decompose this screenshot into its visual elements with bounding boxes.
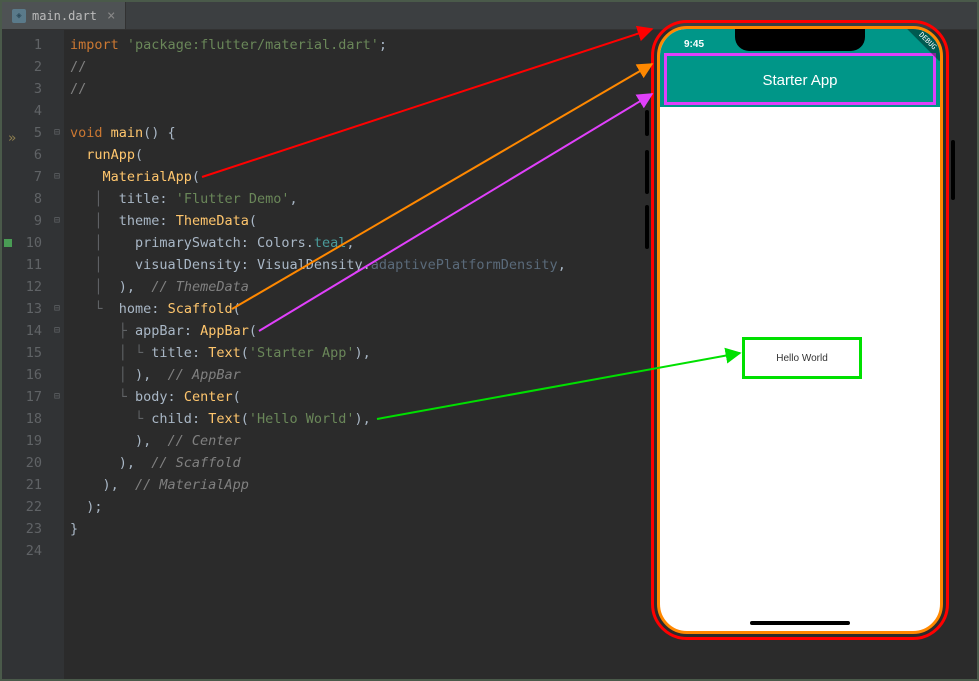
home-indicator [750, 621, 850, 625]
fold-column: ⊟⊟⊟⊟⊟⊟ [50, 30, 64, 679]
dart-file-icon: ◈ [12, 9, 26, 23]
phone-mute-switch [645, 110, 649, 136]
status-bar-time: 9:45 [684, 39, 704, 50]
phone-power-button [951, 140, 955, 200]
phone-volume-up [645, 150, 649, 194]
appbar-highlight-box [664, 53, 936, 105]
text-highlight-box: Hello World [742, 337, 862, 379]
phone-preview: DEBUG 9:45 Starter App Hello World [651, 20, 949, 640]
phone-volume-down [645, 205, 649, 249]
tab-filename: main.dart [32, 9, 97, 23]
close-tab-icon[interactable]: × [107, 8, 115, 24]
scaffold-highlight-box: DEBUG 9:45 Starter App Hello World [657, 26, 943, 634]
body-text: Hello World [776, 353, 828, 364]
phone-notch [735, 27, 865, 51]
editor-tab-main-dart[interactable]: ◈ main.dart × [2, 2, 126, 29]
line-number-gutter: 12345»6789101112131415161718192021222324 [2, 30, 50, 679]
